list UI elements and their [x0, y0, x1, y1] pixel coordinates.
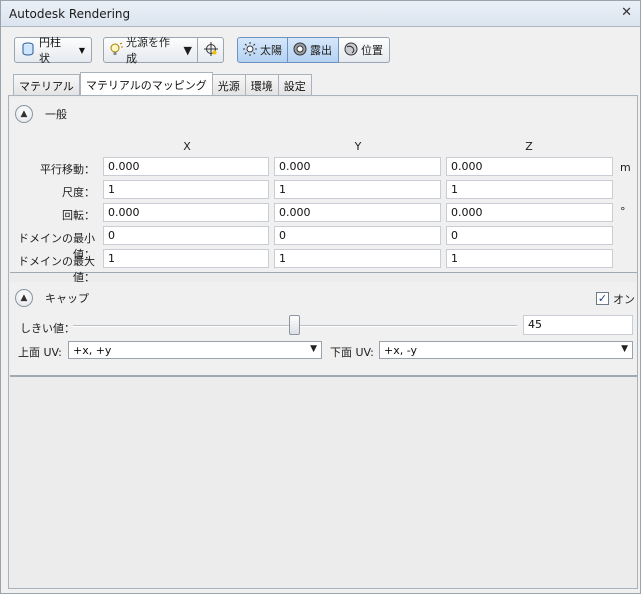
- cylinder-map-icon: [21, 42, 35, 59]
- column-header-x: X: [183, 140, 191, 153]
- create-light-label: 光源を作成: [126, 36, 170, 65]
- crosshair-icon: [203, 41, 218, 59]
- location-label: 位置: [361, 44, 383, 57]
- tab-settings[interactable]: 設定: [278, 74, 312, 95]
- domain-min-z-field[interactable]: 0: [446, 226, 613, 245]
- tab-lights[interactable]: 光源: [212, 74, 246, 95]
- create-light-button[interactable]: 光源を作成 ▼: [103, 36, 198, 65]
- bottom-uv-label: 下面 UV:: [330, 346, 374, 359]
- translation-x-field[interactable]: 0.000: [103, 157, 269, 176]
- threshold-label: しきい値：: [20, 322, 75, 335]
- translation-unit: m: [620, 161, 631, 174]
- light-target-button[interactable]: [198, 37, 224, 63]
- cap-panel-title: キャップ: [45, 292, 89, 305]
- chevron-down-icon: ▼: [621, 344, 628, 354]
- column-header-z: Z: [525, 140, 533, 153]
- rotation-x-field[interactable]: 0.000: [103, 203, 269, 222]
- rotation-y-field[interactable]: 0.000: [274, 203, 441, 222]
- chevron-down-icon: ▼: [183, 43, 192, 57]
- cylinder-mapping-button[interactable]: 円柱状 ▼: [14, 36, 92, 65]
- sun-label: 太陽: [260, 44, 282, 57]
- general-panel-header: ▲ 一般: [15, 104, 67, 124]
- collapse-icon[interactable]: ▲: [15, 105, 33, 123]
- bottom-uv-select[interactable]: +x, -y ▼: [379, 341, 633, 359]
- scale-y-field[interactable]: 1: [274, 180, 441, 199]
- sun-icon: [243, 41, 257, 59]
- light-button-group: 光源を作成 ▼: [103, 36, 224, 65]
- top-uv-label: 上面 UV:: [18, 346, 62, 359]
- general-panel-title: 一般: [45, 108, 67, 121]
- scale-x-field[interactable]: 1: [103, 180, 269, 199]
- tab-material[interactable]: マテリアル: [13, 74, 80, 95]
- rotation-label: 回転：: [62, 209, 95, 222]
- cap-on-label: オン: [613, 293, 635, 306]
- tab-content: ▲ 一般 X Y Z 平行移動： 0.000 0.000 0.000 m 尺度：…: [8, 95, 638, 589]
- domain-max-y-field[interactable]: 1: [274, 249, 441, 268]
- top-uv-select[interactable]: +x, +y ▼: [68, 341, 322, 359]
- cap-panel-header: ▲ キャップ: [15, 288, 89, 308]
- rotation-z-field[interactable]: 0.000: [446, 203, 613, 222]
- translation-z-field[interactable]: 0.000: [446, 157, 613, 176]
- threshold-slider-handle[interactable]: [289, 315, 300, 335]
- sun-exposure-location-group: 太陽 露出 位置: [237, 37, 390, 63]
- autodesk-rendering-window: Autodesk Rendering ✕ 円柱状 ▼ 光源を作成 ▼ 太陽 露出…: [0, 0, 641, 594]
- cap-on-checkbox[interactable]: ✓: [596, 292, 609, 305]
- scale-label: 尺度：: [62, 186, 95, 199]
- tab-environment[interactable]: 環境: [245, 74, 279, 95]
- cap-panel: ▲ キャップ ✓ オン しきい値： 45 上面 UV: +x, +y ▼ 下面 …: [10, 282, 637, 377]
- domain-min-x-field[interactable]: 0: [103, 226, 269, 245]
- globe-icon: [344, 42, 358, 59]
- translation-label: 平行移動：: [40, 163, 95, 176]
- domain-max-z-field[interactable]: 1: [446, 249, 613, 268]
- collapse-icon[interactable]: ▲: [15, 289, 33, 307]
- domain-max-x-field[interactable]: 1: [103, 249, 269, 268]
- tab-material-mapping[interactable]: マテリアルのマッピング: [79, 72, 213, 95]
- translation-y-field[interactable]: 0.000: [274, 157, 441, 176]
- top-uv-value: +x, +y: [73, 344, 112, 357]
- scale-z-field[interactable]: 1: [446, 180, 613, 199]
- exposure-icon: [293, 42, 307, 59]
- close-icon[interactable]: ✕: [621, 5, 632, 20]
- window-title: Autodesk Rendering: [9, 7, 131, 21]
- empty-panel-area: [10, 380, 637, 588]
- rotation-unit: °: [620, 205, 626, 218]
- sun-button[interactable]: 太陽: [237, 37, 288, 63]
- column-header-y: Y: [354, 140, 362, 153]
- general-panel: ▲ 一般 X Y Z 平行移動： 0.000 0.000 0.000 m 尺度：…: [10, 98, 637, 284]
- threshold-field[interactable]: 45: [523, 315, 633, 335]
- domain-min-y-field[interactable]: 0: [274, 226, 441, 245]
- title-bar: Autodesk Rendering ✕: [1, 1, 640, 27]
- tab-strip: マテリアル マテリアルのマッピング 光源 環境 設定: [13, 72, 312, 95]
- bottom-uv-value: +x, -y: [384, 344, 418, 357]
- exposure-label: 露出: [310, 44, 332, 57]
- exposure-button[interactable]: 露出: [288, 37, 339, 63]
- cylinder-button-label: 円柱状: [39, 36, 61, 65]
- location-button[interactable]: 位置: [339, 37, 390, 63]
- toolbar: 円柱状 ▼ 光源を作成 ▼ 太陽 露出 位置: [1, 28, 640, 70]
- domain-max-label: ドメインの最大値：: [18, 255, 95, 284]
- light-bulb-icon: [109, 42, 123, 59]
- chevron-down-icon: ▼: [78, 45, 85, 55]
- chevron-down-icon: ▼: [310, 344, 317, 354]
